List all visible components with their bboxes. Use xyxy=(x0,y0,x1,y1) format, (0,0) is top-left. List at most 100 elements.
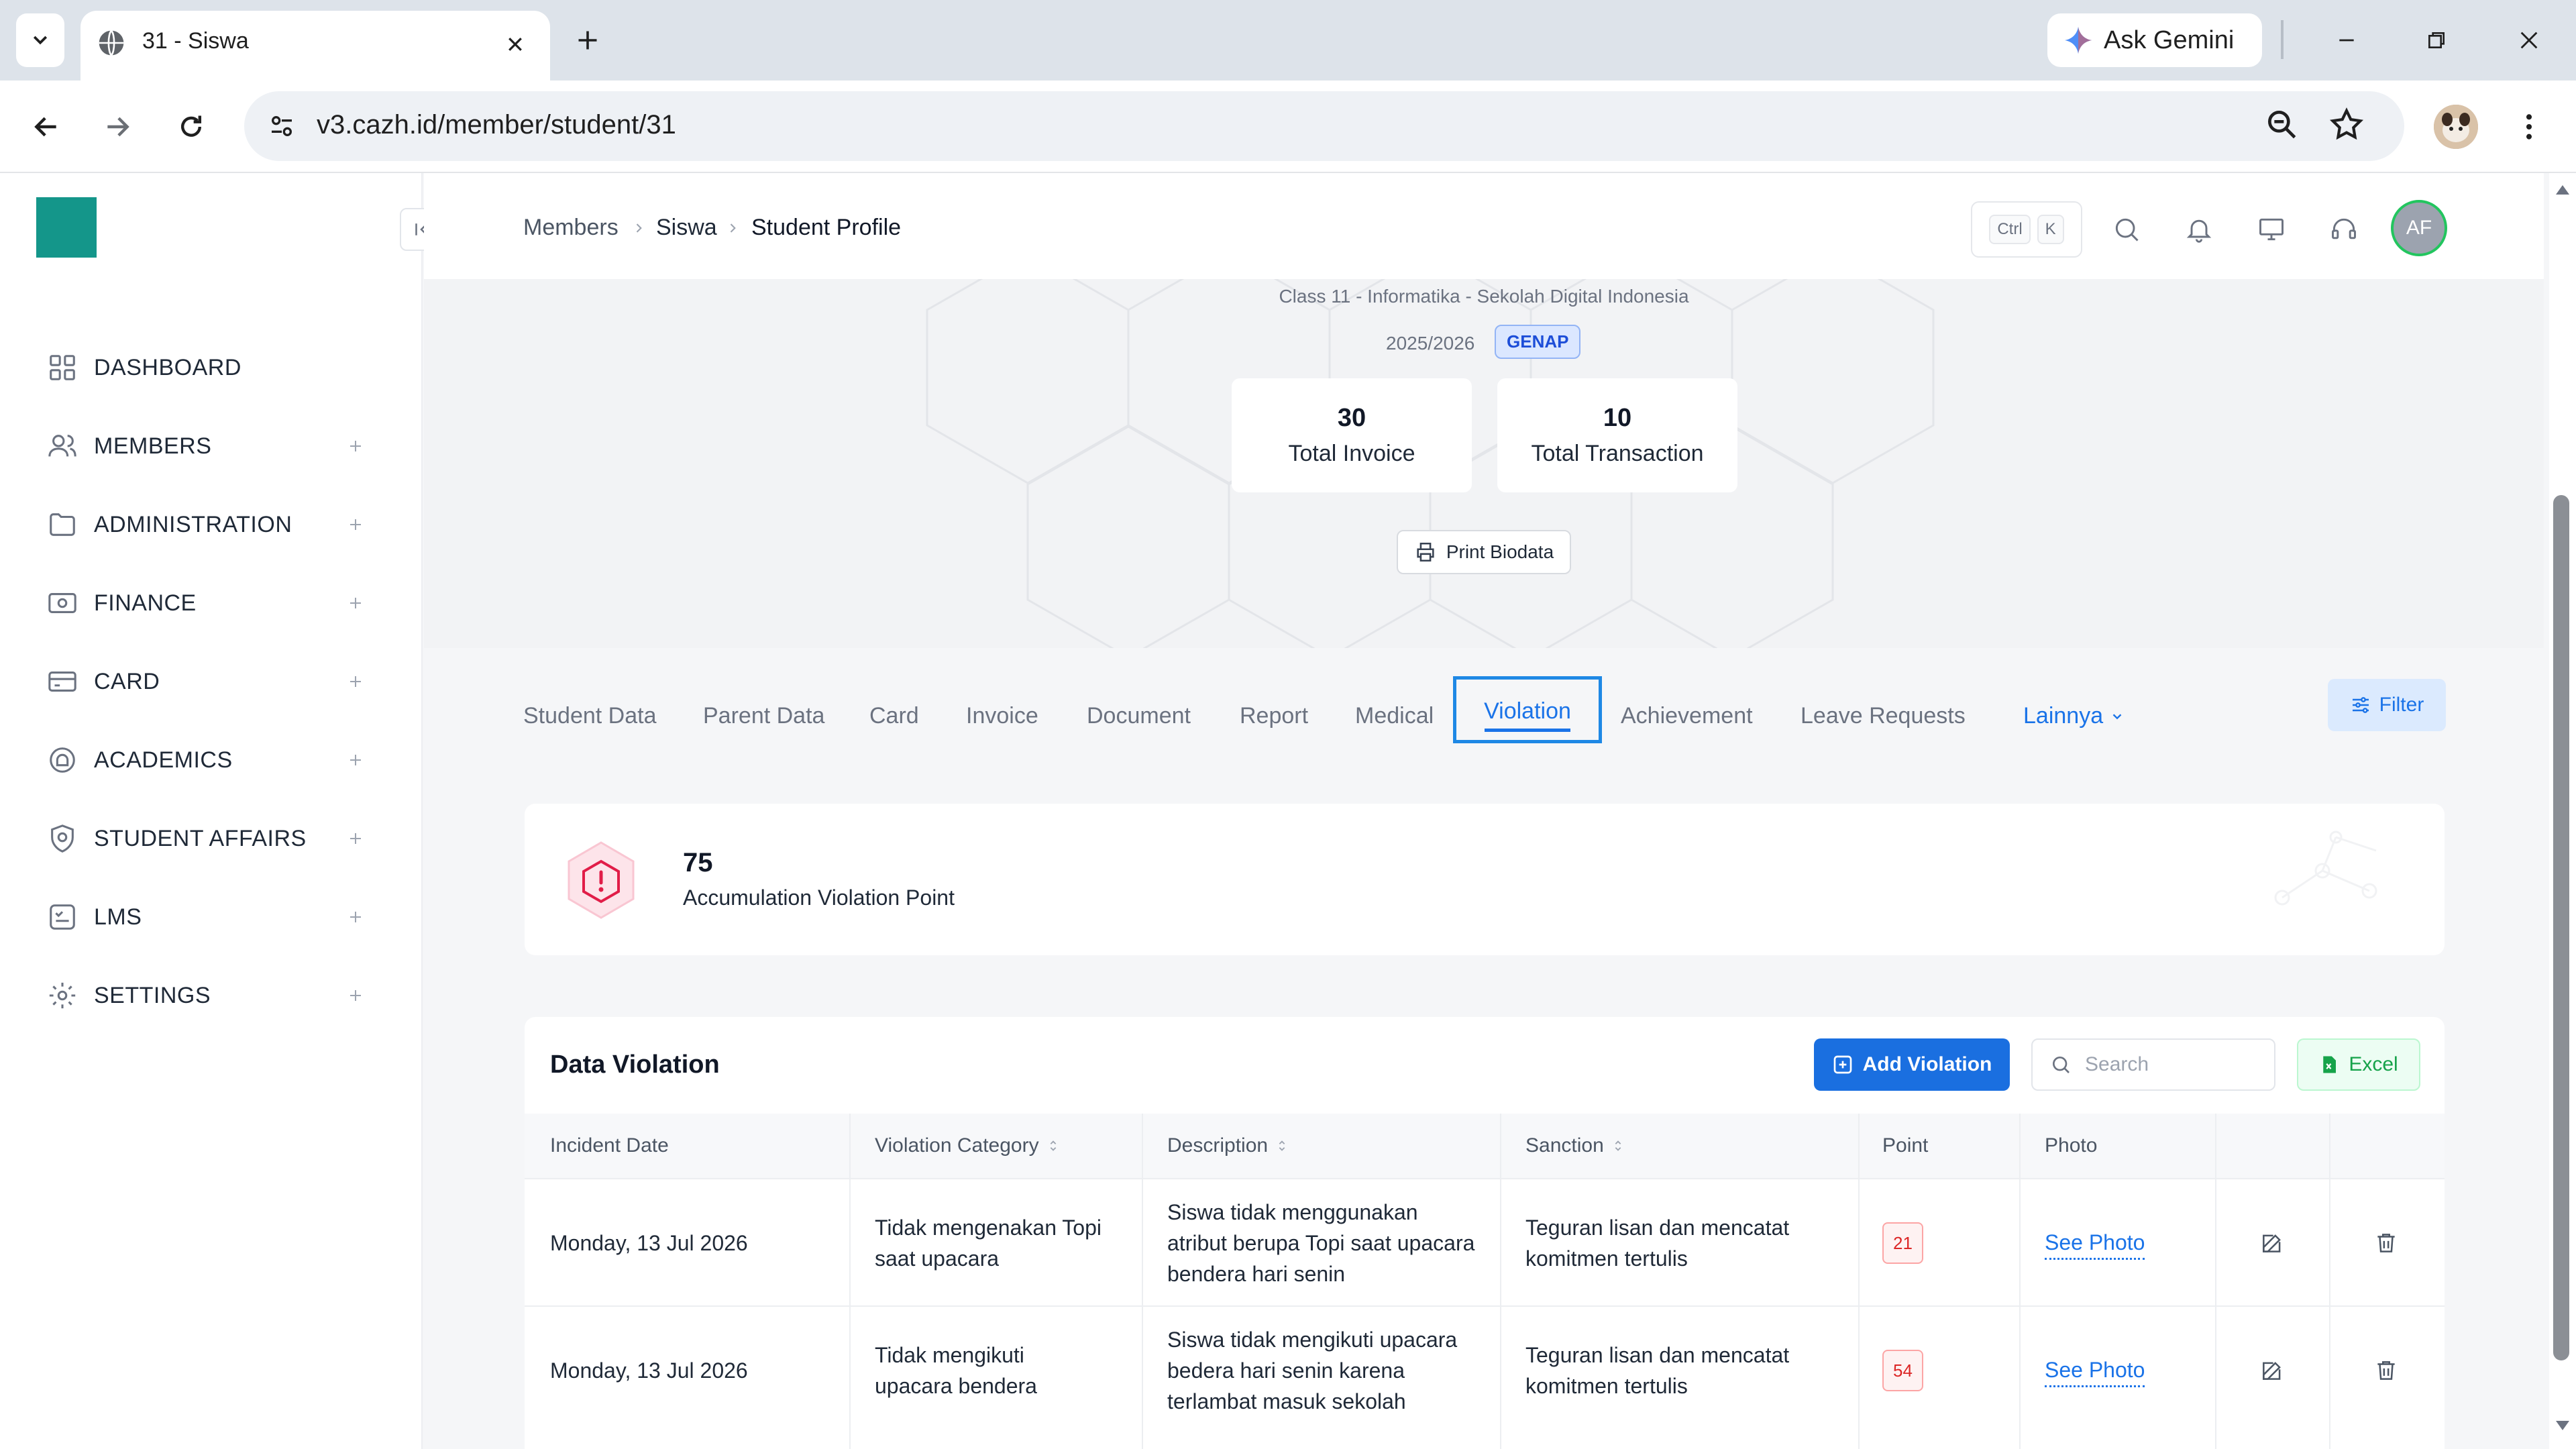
tab-achievement[interactable]: Achievement xyxy=(1621,703,1753,729)
sidebar-item-settings[interactable]: SETTINGS xyxy=(47,969,369,1022)
user-avatar[interactable]: AF xyxy=(2391,200,2447,256)
column-header-sanction[interactable]: Sanction xyxy=(1525,1114,1625,1178)
see-photo-link[interactable]: See Photo xyxy=(2045,1227,2145,1260)
sidebar-item-members[interactable]: MEMBERS xyxy=(47,419,369,473)
filter-label: Filter xyxy=(2379,694,2424,716)
tab-report[interactable]: Report xyxy=(1240,703,1308,729)
edit-icon[interactable] xyxy=(2259,1179,2285,1307)
breadcrumb-siswa[interactable]: Siswa xyxy=(656,215,717,241)
data-violation-card: Data Violation Add Violation Excel Incid… xyxy=(525,1017,2445,1449)
search-input[interactable] xyxy=(2085,1053,2259,1076)
scrollbar-thumb[interactable] xyxy=(2553,495,2569,1360)
expand-plus-icon[interactable] xyxy=(342,433,369,460)
stat-label: Total Transaction xyxy=(1531,441,1704,466)
tab-student-data[interactable]: Student Data xyxy=(523,703,656,729)
restore-button[interactable] xyxy=(2416,20,2457,60)
main-header: Members Siswa Student Profile Ctrl K AF xyxy=(424,173,2544,279)
kbd-k: K xyxy=(2037,215,2064,244)
expand-plus-icon[interactable] xyxy=(342,904,369,930)
expand-plus-icon[interactable] xyxy=(342,747,369,773)
cell-description: Siswa tidak menggunakan atribut berupa T… xyxy=(1167,1200,1475,1286)
bell-icon[interactable] xyxy=(2180,211,2218,248)
headset-icon[interactable] xyxy=(2325,211,2363,248)
globe-icon xyxy=(97,28,126,58)
minimize-button[interactable] xyxy=(2326,20,2367,60)
edit-icon[interactable] xyxy=(2259,1307,2285,1434)
cell-violation-category: Tidak mengenakan Topi saat upacara xyxy=(875,1216,1102,1271)
scroll-up-icon[interactable] xyxy=(2555,182,2571,196)
breadcrumb-student-profile: Student Profile xyxy=(751,215,902,240)
tab-search-button[interactable] xyxy=(16,13,64,67)
export-excel-button[interactable]: Excel xyxy=(2297,1038,2420,1091)
address-bar[interactable]: v3.cazh.id/member/student/31 xyxy=(244,91,2404,161)
filter-button[interactable]: Filter xyxy=(2328,679,2446,731)
sidebar-item-card[interactable]: CARD xyxy=(47,655,369,708)
expand-plus-icon[interactable] xyxy=(342,982,369,1009)
violation-search[interactable] xyxy=(2031,1038,2275,1091)
zoom-icon[interactable] xyxy=(2263,106,2301,144)
column-header-label: Photo xyxy=(2045,1134,2098,1157)
trash-icon[interactable] xyxy=(2373,1307,2399,1434)
sidebar-item-finance[interactable]: FINANCE xyxy=(47,576,369,630)
expand-plus-icon[interactable] xyxy=(342,825,369,852)
column-header-violation-category[interactable]: Violation Category xyxy=(875,1114,1061,1178)
breadcrumb-members[interactable]: Members xyxy=(523,215,619,241)
bookmark-star-icon[interactable] xyxy=(2328,106,2365,144)
excel-file-icon xyxy=(2323,1056,2337,1073)
column-header-label: Point xyxy=(1882,1134,1929,1157)
add-violation-label: Add Violation xyxy=(1862,1053,1992,1075)
tab-close-icon[interactable] xyxy=(496,25,534,63)
accumulation-value: 75 xyxy=(683,848,713,877)
see-photo-link[interactable]: See Photo xyxy=(2045,1354,2145,1387)
sidebar-item-academics[interactable]: ACADEMICS xyxy=(47,733,369,787)
stat-card-invoice: 30 Total Invoice xyxy=(1232,378,1472,492)
tab-violation[interactable]: Violation xyxy=(1453,676,1602,743)
expand-plus-icon[interactable] xyxy=(342,511,369,538)
monitor-icon[interactable] xyxy=(2253,211,2290,248)
browser-menu-button[interactable] xyxy=(2509,105,2549,149)
printer-icon xyxy=(1417,542,1434,562)
expand-plus-icon[interactable] xyxy=(342,668,369,695)
search-icon[interactable] xyxy=(2108,211,2145,248)
reload-button[interactable] xyxy=(169,105,213,149)
close-window-button[interactable] xyxy=(2509,20,2549,60)
search-icon xyxy=(2053,1057,2070,1073)
tab-document[interactable]: Document xyxy=(1087,703,1191,729)
site-info-icon[interactable] xyxy=(262,106,302,146)
browser-profile-avatar[interactable] xyxy=(2434,105,2478,149)
back-button[interactable] xyxy=(24,105,68,149)
card-icon xyxy=(48,672,76,692)
command-palette-shortcut[interactable]: Ctrl K xyxy=(1971,201,2082,258)
sidebar-item-student-affairs[interactable]: STUDENT AFFAIRS xyxy=(47,812,369,865)
column-header-description[interactable]: Description xyxy=(1167,1114,1289,1178)
class-info: Class 11 - Informatika - Sekolah Digital… xyxy=(1279,286,1689,307)
expand-plus-icon[interactable] xyxy=(342,590,369,616)
tab-leave-requests[interactable]: Leave Requests xyxy=(1801,703,1966,729)
tab-parent-data[interactable]: Parent Data xyxy=(703,703,824,729)
sidebar-item-dashboard[interactable]: DASHBOARD xyxy=(47,341,369,394)
money-icon xyxy=(48,593,76,613)
restore-icon xyxy=(2428,32,2445,48)
add-violation-button[interactable]: Add Violation xyxy=(1814,1038,2010,1091)
minimize-icon xyxy=(2339,39,2354,42)
scroll-down-icon[interactable] xyxy=(2555,1419,2571,1433)
sidebar-item-administration[interactable]: ADMINISTRATION xyxy=(47,498,369,551)
url-text[interactable]: v3.cazh.id/member/student/31 xyxy=(317,110,676,140)
tab-more-dropdown[interactable]: Lainnya xyxy=(2023,703,2125,729)
ask-gemini-button[interactable]: Ask Gemini xyxy=(2047,13,2262,67)
stat-value: 10 xyxy=(1603,404,1632,432)
browser-tab-active[interactable]: 31 - Siswa xyxy=(80,11,550,80)
cell-incident-date: Monday, 13 Jul 2026 xyxy=(550,1231,748,1255)
new-tab-button[interactable] xyxy=(568,20,608,60)
kbd-ctrl: Ctrl xyxy=(1989,215,2031,244)
sidebar-item-lms[interactable]: LMS xyxy=(47,890,369,944)
violation-alert-icon xyxy=(559,839,643,922)
forward-button[interactable] xyxy=(95,105,140,149)
print-biodata-button[interactable]: Print Biodata xyxy=(1397,530,1571,574)
tab-medical[interactable]: Medical xyxy=(1355,703,1434,729)
tab-card[interactable]: Card xyxy=(869,703,919,729)
app-logo[interactable] xyxy=(36,197,97,258)
cell-sanction: Teguran lisan dan mencatat komitmen tert… xyxy=(1525,1343,1790,1398)
trash-icon[interactable] xyxy=(2373,1179,2399,1307)
tab-invoice[interactable]: Invoice xyxy=(966,703,1038,729)
